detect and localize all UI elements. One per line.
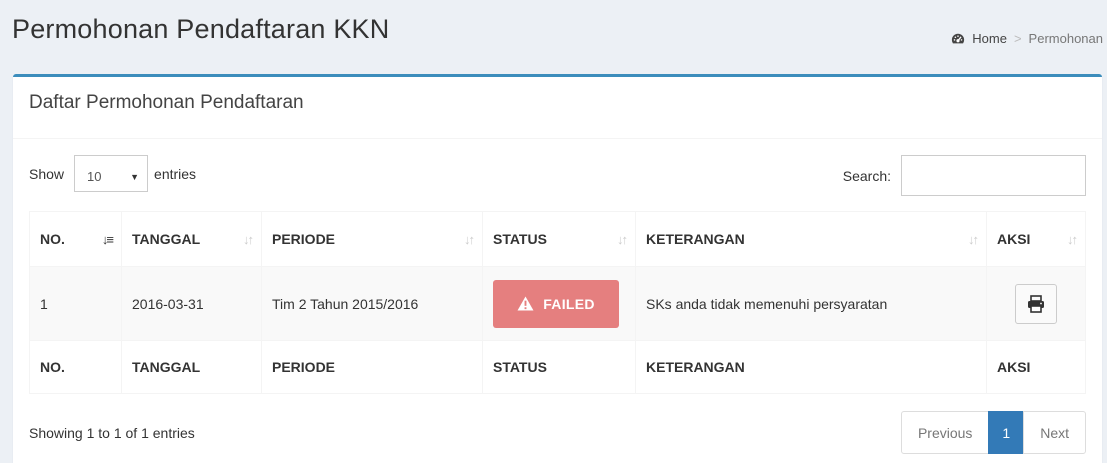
table-info: Showing 1 to 1 of 1 entries bbox=[29, 425, 195, 441]
content-header: Permohonan Pendaftaran KKN Home > Permoh… bbox=[0, 0, 1107, 72]
box-title: Daftar Permohonan Pendaftaran bbox=[29, 92, 304, 113]
table-header-row: NO. ↓≡ TANGGAL ↓↑ PERIODE ↓↑ STATUS ↓↑ K… bbox=[29, 211, 1086, 267]
sort-both-icon[interactable]: ↓↑ bbox=[464, 232, 475, 247]
sort-both-icon[interactable]: ↓↑ bbox=[243, 232, 254, 247]
column-header-tanggal[interactable]: TANGGAL ↓↑ bbox=[121, 211, 262, 267]
pagination-previous[interactable]: Previous bbox=[900, 411, 990, 454]
column-header-status[interactable]: STATUS ↓↑ bbox=[482, 211, 636, 267]
table-row: 1 2016-03-31 Tim 2 Tahun 2015/2016 FAILE… bbox=[29, 266, 1086, 341]
cell-tanggal: 2016-03-31 bbox=[121, 266, 262, 341]
footer-periode: PERIODE bbox=[261, 340, 483, 394]
search-input[interactable] bbox=[901, 155, 1086, 196]
breadcrumb-home-link[interactable]: Home bbox=[951, 31, 1007, 46]
warning-icon bbox=[517, 296, 534, 311]
length-suffix: entries bbox=[154, 165, 197, 182]
column-header-keterangan[interactable]: KETERANGAN ↓↑ bbox=[635, 211, 987, 267]
footer-status: STATUS bbox=[482, 340, 636, 394]
sort-both-icon[interactable]: ↓↑ bbox=[617, 232, 628, 247]
status-badge-label: FAILED bbox=[543, 295, 595, 312]
print-button[interactable] bbox=[1015, 283, 1057, 324]
sort-ascending-icon[interactable]: ↓≡ bbox=[102, 232, 114, 247]
pagination: Previous 1 Next bbox=[900, 411, 1086, 454]
sort-both-icon[interactable]: ↓↑ bbox=[1067, 232, 1078, 247]
breadcrumb-home-label: Home bbox=[972, 31, 1007, 46]
footer-no: NO. bbox=[29, 340, 122, 394]
cell-periode: Tim 2 Tahun 2015/2016 bbox=[261, 266, 483, 341]
column-header-periode[interactable]: PERIODE ↓↑ bbox=[261, 211, 483, 267]
status-badge: FAILED bbox=[493, 279, 619, 328]
entries-length-select[interactable]: 10 ▼ bbox=[74, 155, 149, 192]
footer-aksi: AKSI bbox=[986, 340, 1086, 394]
length-prefix: Show bbox=[29, 165, 65, 182]
breadcrumb-current: Permohonan bbox=[1028, 31, 1103, 46]
pagination-page-1[interactable]: 1 bbox=[988, 411, 1025, 454]
permohonan-table: NO. ↓≡ TANGGAL ↓↑ PERIODE ↓↑ STATUS ↓↑ K… bbox=[29, 211, 1086, 394]
search-label: Search: bbox=[842, 167, 891, 184]
cell-status: FAILED bbox=[482, 266, 636, 341]
footer-keterangan: KETERANGAN bbox=[635, 340, 987, 394]
column-header-no[interactable]: NO. ↓≡ bbox=[29, 211, 122, 267]
chevron-down-icon: ▼ bbox=[130, 171, 140, 182]
footer-tanggal: TANGGAL bbox=[121, 340, 262, 394]
cell-no: 1 bbox=[29, 266, 122, 341]
entries-length-control: Show 10 ▼ entries bbox=[29, 155, 196, 192]
breadcrumb-separator: > bbox=[1013, 31, 1022, 46]
column-header-aksi[interactable]: AKSI ↓↑ bbox=[986, 211, 1086, 267]
print-icon bbox=[1028, 294, 1044, 313]
box-header: Daftar Permohonan Pendaftaran bbox=[13, 77, 1102, 139]
length-select-value: 10 bbox=[87, 169, 102, 184]
table-footer-row: NO. TANGGAL PERIODE STATUS KETERANGAN AK… bbox=[29, 340, 1086, 394]
search-control: Search: bbox=[843, 155, 1086, 196]
sort-both-icon[interactable]: ↓↑ bbox=[968, 232, 979, 247]
pagination-next[interactable]: Next bbox=[1023, 411, 1086, 454]
dashboard-icon bbox=[952, 33, 965, 43]
cell-aksi bbox=[986, 266, 1086, 341]
permohonan-box: Daftar Permohonan Pendaftaran Show 10 ▼ … bbox=[13, 74, 1102, 463]
breadcrumb: Home > Permohonan bbox=[951, 31, 1103, 46]
cell-keterangan: SKs anda tidak memenuhi persyaratan bbox=[635, 266, 987, 341]
page-title: Permohonan Pendaftaran KKN bbox=[12, 14, 390, 44]
